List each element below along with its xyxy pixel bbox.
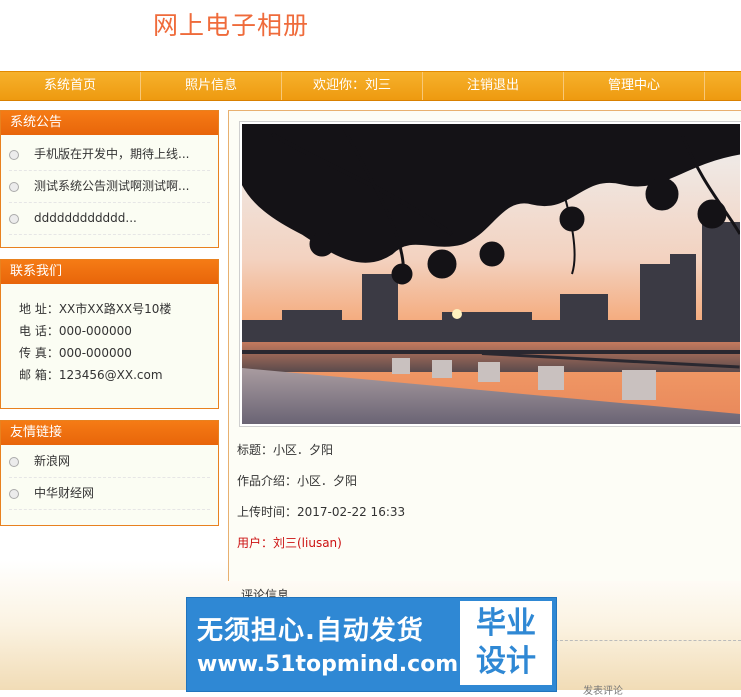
- notice-box: 系统公告 手机版在开发中，期待上线... 测试系统公告测试啊测试啊... ddd…: [0, 110, 219, 248]
- contact-phone: 电 话：000-000000: [19, 324, 132, 338]
- nav-logout[interactable]: 注销退出: [423, 72, 564, 100]
- nav-photo-info[interactable]: 照片信息: [141, 72, 282, 100]
- notice-text[interactable]: dddddddddddd...: [34, 203, 137, 234]
- bullet-icon: [9, 456, 19, 467]
- notice-text[interactable]: 测试系统公告测试啊测试啊...: [34, 171, 189, 202]
- photo-title: 标题：小区．夕阳: [237, 443, 334, 457]
- contact-email: 邮 箱：123456@XX.com: [19, 368, 163, 382]
- sunset-photo[interactable]: [242, 124, 740, 424]
- link-text[interactable]: 中华财经网: [34, 478, 94, 509]
- watermark-banner: 无须担心.自动发货 www.51topmind.com 毕业 设计: [186, 597, 557, 692]
- watermark-badge-bottom: 设计: [476, 644, 536, 679]
- notice-item[interactable]: 测试系统公告测试啊测试啊...: [9, 171, 210, 203]
- contact-fax: 传 真：000-000000: [19, 346, 132, 360]
- photo-user: 用户：刘三(liusan): [237, 536, 342, 550]
- contact-address: 地 址：XX市XX路XX号10楼: [19, 302, 172, 316]
- watermark-badge: 毕业 设计: [460, 601, 552, 685]
- notice-text[interactable]: 手机版在开发中，期待上线...: [34, 139, 189, 170]
- watermark-badge-top: 毕业: [476, 606, 536, 641]
- links-box: 友情链接 新浪网 中华财经网: [0, 420, 219, 526]
- comments-divider: [555, 640, 741, 641]
- bullet-icon: [9, 488, 19, 499]
- contact-box-title: 联系我们: [1, 260, 218, 284]
- contact-box: 联系我们 地 址：XX市XX路XX号10楼 电 话：000-000000 传 真…: [0, 259, 219, 409]
- photo-intro: 作品介绍：小区．夕阳: [237, 474, 358, 488]
- watermark-url: www.51topmind.com: [197, 652, 459, 677]
- photo-frame: [239, 121, 741, 427]
- site-title: 网上电子相册: [153, 11, 310, 40]
- nav-home[interactable]: 系统首页: [0, 72, 141, 100]
- notice-box-title: 系统公告: [1, 111, 218, 135]
- nav-welcome-user[interactable]: 欢迎你：刘三: [282, 72, 423, 100]
- bullet-icon: [9, 213, 19, 224]
- main-nav: 系统首页 照片信息 欢迎你：刘三 注销退出 管理中心: [0, 71, 741, 101]
- link-text[interactable]: 新浪网: [34, 446, 70, 477]
- notice-item[interactable]: 手机版在开发中，期待上线...: [9, 139, 210, 171]
- links-box-title: 友情链接: [1, 421, 218, 445]
- link-item[interactable]: 中华财经网: [9, 478, 210, 510]
- notice-item[interactable]: dddddddddddd...: [9, 203, 210, 235]
- bullet-icon: [9, 149, 19, 160]
- link-item[interactable]: 新浪网: [9, 446, 210, 478]
- upload-time: 上传时间：2017-02-22 16:33: [237, 505, 406, 519]
- bullet-icon: [9, 181, 19, 192]
- watermark-slogan: 无须担心.自动发货: [197, 616, 424, 646]
- nav-admin-center[interactable]: 管理中心: [564, 72, 705, 100]
